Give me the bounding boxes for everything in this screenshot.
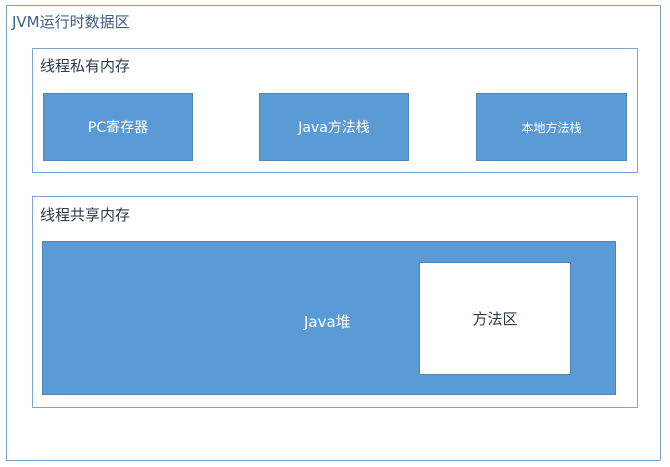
method-area-block: 方法区 [419,262,571,375]
shared-memory-title: 线程共享内存 [40,206,131,224]
private-memory-title: 线程私有内存 [40,57,131,75]
native-method-stack-block: 本地方法栈 [476,93,627,161]
java-method-stack-block: Java方法栈 [259,93,409,161]
diagram-title: JVM运行时数据区 [12,13,130,31]
pc-register-block: PC寄存器 [43,93,193,161]
java-heap-label: Java堆 [304,313,351,331]
